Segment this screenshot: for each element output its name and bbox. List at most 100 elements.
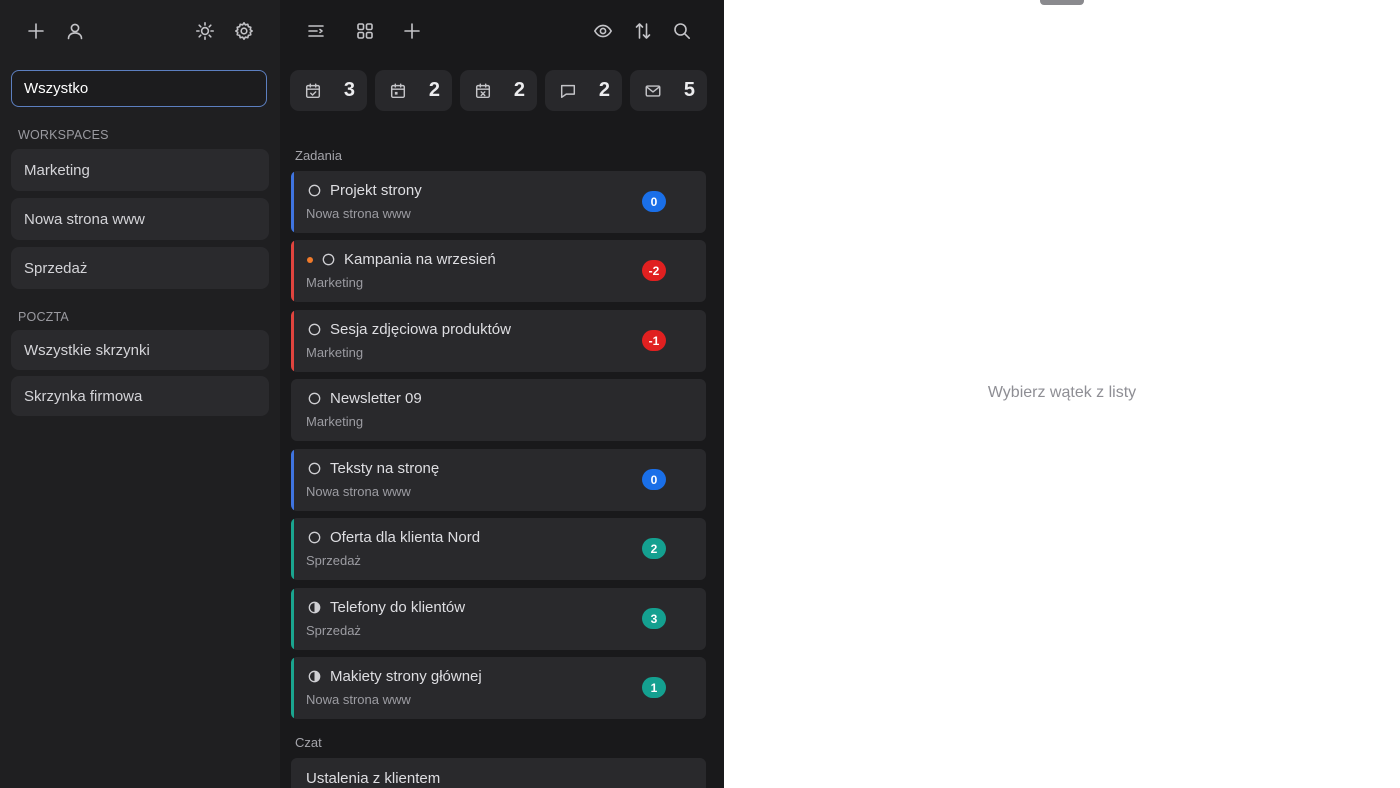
stat-count: 3 [343, 79, 355, 101]
drag-handle[interactable] [1040, 0, 1084, 5]
grid-icon [357, 23, 373, 39]
task-title: Newsletter 09 [330, 390, 422, 407]
task-workspace: Nowa strona www [306, 206, 411, 221]
days-badge: -1 [642, 330, 666, 351]
workspaces-heading: WORKSPACES [18, 128, 109, 142]
settings-button[interactable] [229, 16, 259, 46]
workspace-color-bar [291, 310, 294, 372]
task-item[interactable]: Oferta dla klienta Nord Sprzedaż 2 [291, 518, 706, 580]
workspace-color-bar [291, 657, 294, 719]
workspace-color-bar [291, 588, 294, 650]
stats-bar: 3 2 2 2 5 [290, 70, 707, 111]
sort-button[interactable] [628, 16, 658, 46]
empty-state-text: Wybierz wątek z listy [987, 384, 1137, 401]
stat-upcoming-tasks[interactable]: 2 [375, 70, 452, 111]
circle-icon[interactable] [322, 253, 335, 266]
days-badge: 0 [642, 469, 666, 490]
view-button[interactable] [588, 16, 618, 46]
task-item[interactable]: Projekt strony Nowa strona www 0 [291, 171, 706, 233]
circle-icon[interactable] [308, 462, 321, 475]
detail-panel: Wybierz wątek z listy [724, 0, 1400, 788]
half-circle-icon[interactable] [308, 670, 321, 683]
thread-list-panel: 3 2 2 2 5 Zadania Projekt strony Nowa str… [280, 0, 724, 788]
task-workspace: Marketing [306, 414, 364, 429]
sidebar-item-marketing[interactable]: Marketing [11, 149, 269, 191]
list-filter-icon [308, 25, 324, 37]
search-button[interactable] [667, 16, 697, 46]
task-item[interactable]: Newsletter 09 Marketing [291, 379, 706, 441]
stat-count: 2 [513, 79, 525, 101]
circle-icon[interactable] [308, 184, 321, 197]
sun-icon [196, 22, 214, 40]
calendar-check-icon [305, 83, 321, 98]
chat-title: Ustalenia z klientem [306, 770, 441, 787]
task-workspace: Nowa strona www [306, 484, 411, 499]
task-title: Makiety strony głównej [330, 668, 482, 685]
stat-mail[interactable]: 5 [630, 70, 707, 111]
stat-chats[interactable]: 2 [545, 70, 622, 111]
half-circle-icon[interactable] [308, 601, 321, 614]
days-badge: -2 [642, 260, 666, 281]
task-title: Kampania na wrzesień [344, 251, 496, 268]
filter-all-button[interactable]: Wszystko [11, 70, 267, 107]
mail-heading: POCZTA [18, 310, 69, 324]
stat-count: 2 [428, 79, 440, 101]
gear-icon [235, 22, 253, 40]
sidebar-item-all-mailboxes[interactable]: Wszystkie skrzynki [11, 330, 269, 370]
task-workspace: Marketing [306, 345, 364, 360]
task-workspace: Nowa strona www [306, 692, 411, 707]
mail-icon [645, 84, 661, 97]
chat-icon [560, 84, 576, 98]
days-badge: 3 [642, 608, 666, 629]
sort-icon [635, 23, 651, 39]
grid-view-button[interactable] [350, 16, 380, 46]
task-item[interactable]: Kampania na wrzesień Marketing -2 [291, 240, 706, 302]
task-title: Sesja zdjęciowa produktów [330, 321, 511, 338]
menu-button[interactable] [301, 16, 331, 46]
calendar-icon [390, 83, 406, 98]
stat-overdue-tasks[interactable]: 2 [460, 70, 537, 111]
task-workspace: Marketing [306, 275, 364, 290]
circle-icon[interactable] [308, 392, 321, 405]
search-icon [674, 23, 690, 39]
chat-item[interactable]: Ustalenia z klientem [291, 758, 706, 788]
circle-icon[interactable] [308, 531, 321, 544]
theme-toggle-button[interactable] [190, 16, 220, 46]
task-item[interactable]: Sesja zdjęciowa produktów Marketing -1 [291, 310, 706, 372]
task-item[interactable]: Telefony do klientów Sprzedaż 3 [291, 588, 706, 650]
task-title: Teksty na stronę [330, 460, 440, 477]
sidebar-item-company-mailbox[interactable]: Skrzynka firmowa [11, 376, 269, 416]
days-badge: 0 [642, 191, 666, 212]
priority-dot [307, 257, 313, 263]
user-button[interactable] [60, 16, 90, 46]
sidebar-item-sprzedaz[interactable]: Sprzedaż [11, 247, 269, 289]
days-badge: 2 [642, 538, 666, 559]
task-workspace: Sprzedaż [306, 623, 361, 638]
circle-icon[interactable] [308, 323, 321, 336]
eye-icon [594, 24, 612, 38]
workspace-color-bar [291, 171, 294, 233]
add-task-button[interactable] [397, 16, 427, 46]
task-item[interactable]: Teksty na stronę Nowa strona www 0 [291, 449, 706, 511]
workspace-color-bar [291, 518, 294, 580]
chat-heading: Czat [295, 735, 322, 750]
task-title: Telefony do klientów [330, 599, 466, 616]
plus-icon [404, 23, 420, 39]
sidebar: Wszystko WORKSPACES Marketing Nowa stron… [0, 0, 280, 788]
stat-count: 2 [598, 79, 610, 101]
sidebar-item-nowa-strona[interactable]: Nowa strona www [11, 198, 269, 240]
workspace-color-bar [291, 240, 294, 302]
tasks-heading: Zadania [295, 148, 342, 163]
user-icon [67, 23, 83, 40]
workspace-color-bar [291, 449, 294, 511]
days-badge: 1 [642, 677, 666, 698]
calendar-x-icon [475, 83, 491, 98]
task-title: Oferta dla klienta Nord [330, 529, 481, 546]
task-item[interactable]: Makiety strony głównej Nowa strona www 1 [291, 657, 706, 719]
task-workspace: Sprzedaż [306, 553, 361, 568]
add-button[interactable] [21, 16, 51, 46]
plus-icon [28, 23, 44, 39]
stat-count: 5 [683, 79, 695, 101]
stat-today-tasks[interactable]: 3 [290, 70, 367, 111]
task-title: Projekt strony [330, 182, 422, 199]
